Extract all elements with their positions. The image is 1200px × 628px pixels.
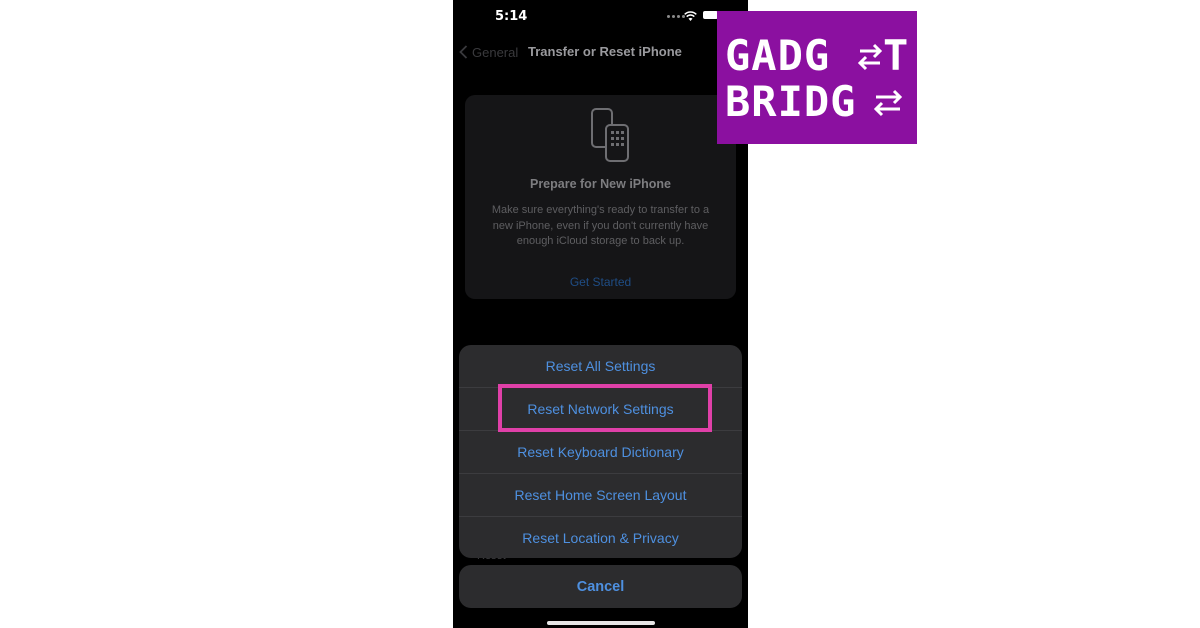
logo-line-2: BRIDG xyxy=(725,77,857,126)
reset-location-privacy-button[interactable]: Reset Location & Privacy xyxy=(459,517,742,558)
reset-action-sheet: Reset All Settings Reset Network Setting… xyxy=(459,345,742,558)
logo-arrows-icon xyxy=(857,43,883,71)
page-title: Transfer or Reset iPhone xyxy=(528,44,682,59)
card-title: Prepare for New iPhone xyxy=(529,177,671,191)
chevron-left-icon xyxy=(459,45,468,59)
get-started-link[interactable]: Get Started xyxy=(465,275,736,289)
navigation-bar: General Transfer or Reset iPhone xyxy=(453,36,748,66)
reset-all-settings-button[interactable]: Reset All Settings xyxy=(459,345,742,387)
back-button-label: General xyxy=(472,44,519,60)
logo-arrows-icon xyxy=(873,89,903,117)
gadget-bridge-logo: GADG T BRIDG xyxy=(717,11,917,144)
wifi-icon xyxy=(684,11,697,21)
reset-home-screen-layout-button[interactable]: Reset Home Screen Layout xyxy=(459,474,742,516)
logo-letter-t: T xyxy=(883,31,910,80)
status-time: 5:14 xyxy=(495,9,528,24)
status-bar: 5:14 xyxy=(453,0,748,32)
cancel-button[interactable]: Cancel xyxy=(459,565,742,608)
battery-icon xyxy=(703,11,718,19)
prepare-new-iphone-card: Prepare for New iPhone Make sure everyth… xyxy=(465,95,736,299)
phone-screen: 5:14 General Transfer or Reset iPhone Pr… xyxy=(453,0,748,628)
reset-keyboard-dictionary-button[interactable]: Reset Keyboard Dictionary xyxy=(459,431,742,473)
logo-line-1: GADG xyxy=(725,31,831,80)
two-phones-icon xyxy=(591,108,629,162)
home-indicator xyxy=(547,621,655,625)
back-button[interactable]: General xyxy=(459,43,518,61)
highlight-annotation-box xyxy=(498,384,712,432)
card-description: Make sure everything's ready to transfer… xyxy=(491,204,710,247)
